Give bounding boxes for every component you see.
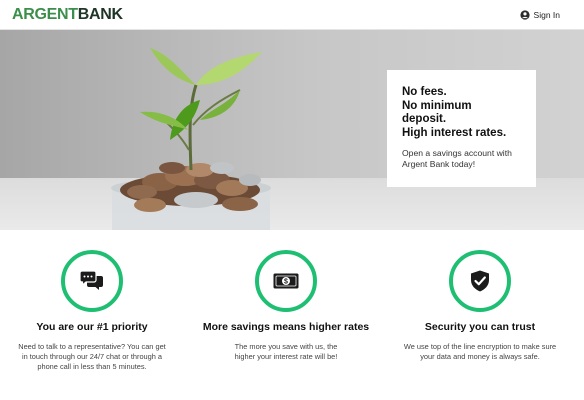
top-nav: ARGENTBANK Sign In — [0, 0, 584, 30]
feature-security: Security you can trust We use top of the… — [395, 250, 565, 362]
promo-card: No fees. No minimum deposit. High intere… — [387, 70, 536, 187]
brand-logo[interactable]: ARGENTBANK — [12, 6, 123, 24]
user-circle-icon — [519, 10, 530, 20]
logo-text-argent: ARGENT — [12, 6, 78, 23]
feature-title: Security you can trust — [424, 321, 536, 333]
hero-banner: No fees. No minimum deposit. High intere… — [0, 30, 584, 230]
feature-priority: You are our #1 priority Need to talk to … — [7, 250, 177, 372]
sign-in-link[interactable]: Sign In — [519, 8, 560, 22]
feature-text: We use top of the line encryption to mak… — [403, 342, 557, 361]
promo-headline-line: No minimum — [402, 99, 472, 112]
feature-icon-ring — [61, 250, 123, 312]
feature-icon-ring: $ — [255, 250, 317, 312]
logo-text-bank: BANK — [77, 6, 123, 23]
feature-icon-ring — [449, 250, 511, 312]
promo-headline-line: No fees. — [402, 86, 447, 98]
money-bill-icon: $ — [273, 273, 299, 289]
promo-body-text: Open a savings account with Argent Bank … — [402, 148, 512, 169]
feature-text: The more you save with us, the higher yo… — [234, 342, 338, 361]
shield-check-icon — [471, 270, 489, 292]
chat-bubbles-icon — [80, 270, 103, 290]
feature-text: Need to talk to a representative? You ca… — [18, 342, 166, 371]
promo-headline: No fees. No minimum deposit. High intere… — [402, 86, 522, 140]
feature-savings: $ More savings means higher rates The mo… — [201, 250, 371, 362]
svg-text:$: $ — [284, 279, 288, 286]
feature-title: More savings means higher rates — [202, 321, 370, 333]
promo-headline-line: High interest rates. — [402, 126, 507, 139]
feature-title: You are our #1 priority — [36, 321, 148, 333]
promo-headline-line: deposit. — [402, 113, 447, 125]
sign-in-label: Sign In — [533, 10, 560, 20]
